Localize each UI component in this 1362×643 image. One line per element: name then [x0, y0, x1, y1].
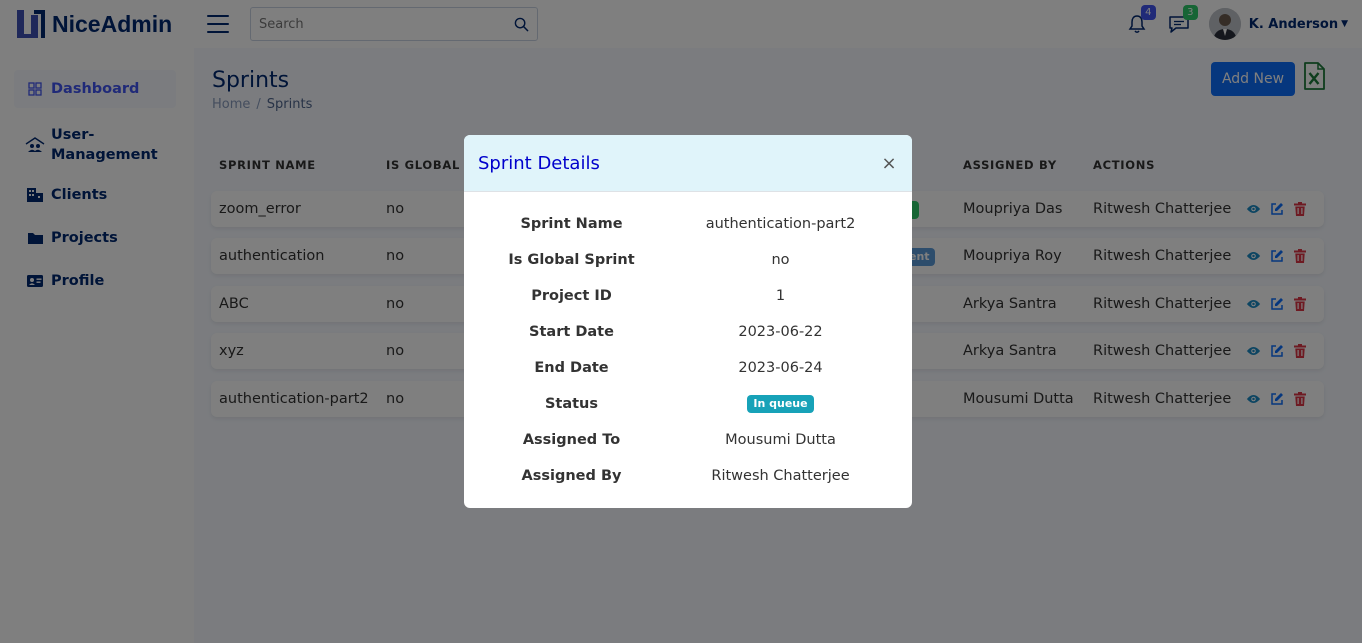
- detail-value: Mousumi Dutta: [725, 432, 836, 448]
- detail-row-is-global-sprint: Is Global Sprint no: [464, 242, 912, 278]
- detail-label: Sprint Name: [520, 216, 623, 232]
- detail-label: Is Global Sprint: [508, 252, 635, 268]
- detail-row-assigned-by: Assigned By Ritwesh Chatterjee: [464, 458, 912, 494]
- detail-label: Assigned To: [522, 432, 621, 448]
- detail-value: no: [771, 252, 790, 268]
- detail-value: 2023-06-24: [738, 360, 823, 376]
- detail-value: 2023-06-22: [738, 324, 823, 340]
- detail-value: authentication-part2: [705, 216, 856, 232]
- detail-value: Ritwesh Chatterjee: [711, 468, 850, 484]
- detail-row-status: Status In queue: [464, 386, 912, 422]
- detail-label: End Date: [534, 360, 609, 376]
- detail-label: Status: [544, 396, 599, 412]
- detail-row-sprint-name: Sprint Name authentication-part2: [464, 206, 912, 242]
- detail-label: Project ID: [531, 288, 612, 304]
- detail-row-start-date: Start Date 2023-06-22: [464, 314, 912, 350]
- status-badge: In queue: [747, 395, 814, 413]
- detail-label: Start Date: [529, 324, 614, 340]
- detail-value: In queue: [679, 395, 882, 413]
- detail-label: Assigned By: [521, 468, 622, 484]
- detail-row-end-date: End Date 2023-06-24: [464, 350, 912, 386]
- close-icon[interactable]: ×: [880, 153, 898, 174]
- sprint-details-modal: Sprint Details × Sprint Name authenticat…: [464, 135, 912, 508]
- detail-row-assigned-to: Assigned To Mousumi Dutta: [464, 422, 912, 458]
- modal-header: Sprint Details ×: [464, 135, 912, 192]
- modal-title: Sprint Details: [478, 152, 600, 174]
- detail-row-project-id: Project ID 1: [464, 278, 912, 314]
- detail-value: 1: [775, 288, 786, 304]
